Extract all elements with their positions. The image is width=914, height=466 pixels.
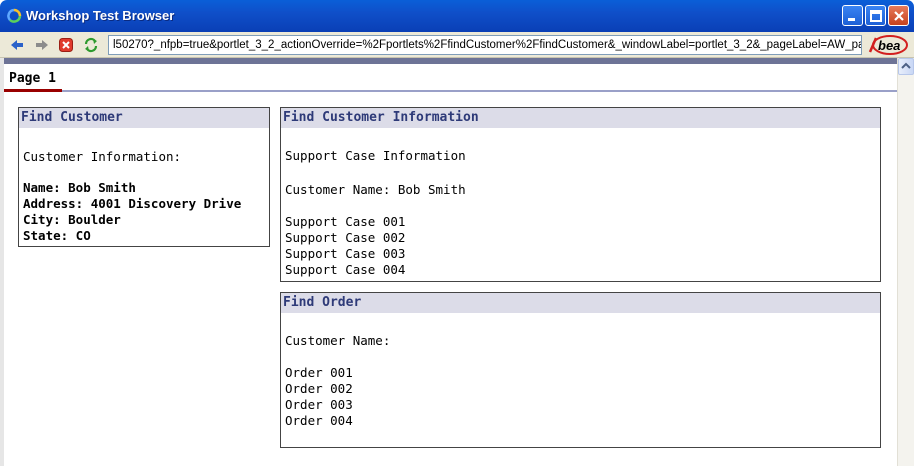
customer-address: Address: 4001 Discovery Drive xyxy=(23,196,242,211)
refresh-icon[interactable] xyxy=(83,37,99,53)
address-bar[interactable]: l50270?_nfpb=true&portlet_3_2_actionOver… xyxy=(108,35,862,55)
tab-page-1[interactable]: Page 1 xyxy=(9,71,56,86)
customer-state: State: CO xyxy=(23,228,91,243)
support-case-heading: Support Case Information xyxy=(285,148,466,163)
support-case-item: Support Case 002 xyxy=(285,230,406,245)
customer-info-heading: Customer Information: xyxy=(23,149,182,164)
order-customer-name: Customer Name: xyxy=(285,333,391,348)
browser-refresh-logo-icon xyxy=(7,8,22,23)
support-case-item: Support Case 003 xyxy=(285,246,406,261)
tab-separator xyxy=(62,90,897,92)
title-bar: Workshop Test Browser xyxy=(0,0,914,32)
maximize-button[interactable] xyxy=(865,5,886,26)
maximize-icon xyxy=(870,10,882,22)
scroll-up-arrow-icon xyxy=(901,62,911,69)
find-customer-information-title: Find Customer Information xyxy=(281,108,880,128)
content-left-edge xyxy=(0,58,4,466)
find-order-title: Find Order xyxy=(281,293,880,313)
back-arrow-icon[interactable] xyxy=(9,37,25,53)
navigation-toolbar: l50270?_nfpb=true&portlet_3_2_actionOver… xyxy=(0,32,914,58)
customer-name: Name: Bob Smith xyxy=(23,180,136,195)
customer-city: City: Boulder xyxy=(23,212,121,227)
window-title: Workshop Test Browser xyxy=(26,8,175,23)
order-item: Order 001 xyxy=(285,365,353,380)
order-item: Order 004 xyxy=(285,413,353,428)
order-item: Order 003 xyxy=(285,397,353,412)
support-case-item: Support Case 001 xyxy=(285,214,406,229)
order-item: Order 002 xyxy=(285,381,353,396)
minimize-button[interactable] xyxy=(842,5,863,26)
scroll-up-button[interactable] xyxy=(898,58,914,75)
bea-logo: bea xyxy=(868,35,908,55)
find-order-portlet: Find Order Customer Name: Order 001 Orde… xyxy=(280,292,881,448)
forward-arrow-icon[interactable] xyxy=(34,37,50,53)
minimize-icon xyxy=(848,18,855,21)
vertical-scrollbar[interactable] xyxy=(897,58,914,466)
support-customer-name: Customer Name: Bob Smith xyxy=(285,182,466,197)
find-customer-portlet: Find Customer Customer Information: Name… xyxy=(18,107,270,247)
close-button[interactable] xyxy=(888,5,909,26)
find-customer-information-portlet: Find Customer Information Support Case I… xyxy=(280,107,881,282)
support-case-item: Support Case 004 xyxy=(285,262,406,277)
close-icon xyxy=(894,11,904,21)
stop-icon[interactable] xyxy=(58,37,74,53)
bea-logo-text: bea xyxy=(878,38,900,53)
find-customer-title: Find Customer xyxy=(19,108,269,128)
active-tab-indicator xyxy=(4,89,62,92)
content-top-border xyxy=(0,58,897,64)
